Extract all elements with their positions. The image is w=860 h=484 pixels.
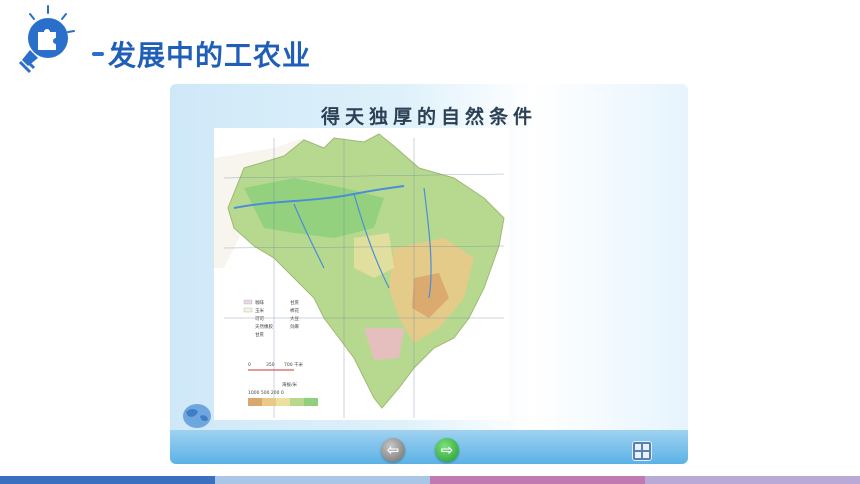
title-dash xyxy=(92,52,104,56)
svg-text:1000 500 200 0: 1000 500 200 0 xyxy=(248,390,284,396)
svg-text:玉米: 玉米 xyxy=(255,307,264,314)
control-bar xyxy=(170,430,688,464)
svg-text:剑麻: 剑麻 xyxy=(290,323,299,330)
globe-icon xyxy=(180,400,214,430)
svg-text:700 千米: 700 千米 xyxy=(284,361,304,368)
next-button[interactable]: ⇨ xyxy=(435,438,459,462)
footer-stripe-light xyxy=(215,476,430,484)
svg-text:大豆: 大豆 xyxy=(290,315,299,322)
svg-text:甘蔗: 甘蔗 xyxy=(255,331,264,338)
svg-text:棉花: 棉花 xyxy=(290,307,299,314)
slide-player: 得天独厚的自然条件 咖啡 玉米 可可 天然橡胶 甘蔗 甘蔗 棉花 大豆 剑麻 0… xyxy=(170,84,688,464)
page-title: 发展中的工农业 xyxy=(108,39,312,72)
footer-stripe-lavender xyxy=(645,476,860,484)
svg-text:可可: 可可 xyxy=(255,316,264,322)
brazil-map: 咖啡 玉米 可可 天然橡胶 甘蔗 甘蔗 棉花 大豆 剑麻 0 350 700 千… xyxy=(214,128,510,420)
menu-grid-button[interactable] xyxy=(632,441,652,461)
brazil-map-image: 咖啡 玉米 可可 天然橡胶 甘蔗 甘蔗 棉花 大豆 剑麻 0 350 700 千… xyxy=(214,133,505,418)
footer-stripe-pink xyxy=(430,476,645,484)
legend-item: 咖啡 xyxy=(255,299,264,306)
grid-icon xyxy=(635,444,641,450)
previous-button[interactable]: ⇦ xyxy=(381,438,405,462)
svg-text:天然橡胶: 天然橡胶 xyxy=(255,323,273,330)
header: 发展中的工农业 xyxy=(92,34,311,74)
svg-text:350: 350 xyxy=(266,362,275,368)
footer-stripe-blue xyxy=(0,476,215,484)
logo-lightbulb-icon xyxy=(10,4,80,78)
slide-title: 得天独厚的自然条件 xyxy=(320,106,537,128)
svg-text:海拔/米: 海拔/米 xyxy=(282,381,298,388)
svg-text:0: 0 xyxy=(248,362,251,368)
svg-text:甘蔗: 甘蔗 xyxy=(290,299,299,306)
